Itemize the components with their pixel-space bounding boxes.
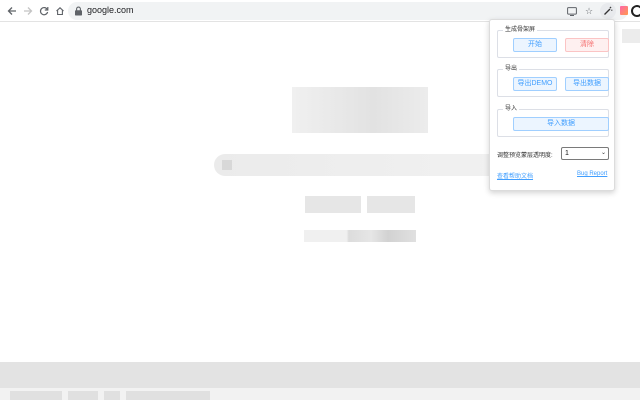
opacity-label: 调整预览蒙层透明度:: [497, 153, 553, 159]
help-docs-link[interactable]: 查看帮助文档: [497, 171, 533, 180]
skeleton-section: 生成骨架屏 开始 清除: [497, 26, 609, 58]
page-header-placeholder: [622, 29, 640, 43]
skeleton-section-legend: 生成骨架屏: [503, 26, 538, 35]
magic-wand-icon: [604, 6, 613, 15]
export-section-legend: 导出: [503, 65, 520, 74]
reload-icon: [39, 7, 49, 16]
cast-icon: [567, 6, 577, 16]
extension-icon[interactable]: [620, 6, 628, 15]
page-footer-placeholder: [0, 362, 640, 388]
page-button-placeholder: [367, 196, 415, 213]
export-data-button[interactable]: 导出数据: [565, 77, 609, 91]
address-bar[interactable]: google.com ☆: [68, 2, 628, 20]
export-section: 导出 导出DEMO 导出数据: [497, 65, 609, 97]
arrow-right-icon: [24, 7, 33, 15]
import-data-button[interactable]: 导入数据: [513, 117, 609, 131]
reload-button[interactable]: [36, 3, 52, 19]
page-search-placeholder: [214, 154, 504, 176]
url-text: google.com: [87, 5, 134, 15]
opacity-select[interactable]: 1 ⌄: [561, 147, 609, 160]
forward-button[interactable]: [20, 3, 36, 19]
page-button-placeholder: [305, 196, 361, 213]
footer-link-placeholder: [104, 391, 120, 400]
import-section-legend: 导入: [503, 105, 520, 114]
export-demo-button[interactable]: 导出DEMO: [513, 77, 557, 91]
start-button[interactable]: 开始: [513, 38, 557, 52]
skeleton-extension-popup: 生成骨架屏 开始 清除 导出 导出DEMO 导出数据 导入 导入数据 调整预览蒙…: [489, 19, 615, 191]
clear-button[interactable]: 清除: [565, 38, 609, 52]
chevron-down-icon: ⌄: [600, 150, 606, 156]
opacity-select-value: 1: [565, 150, 569, 157]
extension-button[interactable]: [600, 3, 616, 19]
page-logo-placeholder: [292, 87, 428, 133]
cast-button[interactable]: [565, 4, 579, 18]
profile-icon[interactable]: [631, 5, 640, 17]
bookmark-button[interactable]: ☆: [582, 4, 596, 18]
home-button[interactable]: [52, 3, 68, 19]
home-icon: [56, 7, 64, 16]
page-language-placeholder: [304, 230, 416, 242]
footer-link-placeholder: [126, 391, 210, 400]
bug-report-link[interactable]: Bug Report: [577, 171, 607, 177]
footer-link-placeholder: [68, 391, 98, 400]
footer-link-placeholder: [10, 391, 62, 400]
lock-icon: [75, 6, 82, 16]
back-button[interactable]: [4, 3, 20, 19]
search-icon: [222, 160, 232, 170]
star-icon: ☆: [584, 5, 594, 16]
import-section: 导入 导入数据: [497, 105, 609, 137]
arrow-left-icon: [7, 7, 16, 15]
